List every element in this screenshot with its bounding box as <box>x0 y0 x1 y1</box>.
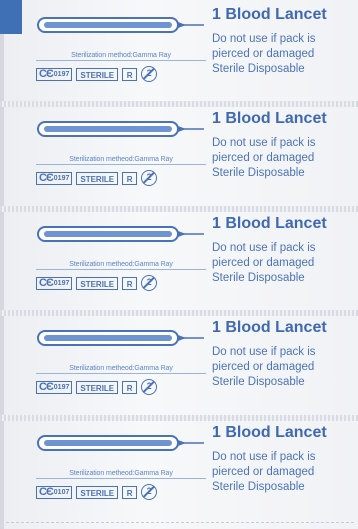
perforation-seal <box>0 415 358 421</box>
regulatory-marks: CЄ 0107 STERILE R 2 <box>36 484 158 500</box>
warning-line-2: pierced or damaged <box>212 257 315 269</box>
lancet-pack: Sterilization metheod:Gamma Ray CЄ 0197 … <box>6 209 354 314</box>
perforation-seal <box>0 101 358 107</box>
ce-number: 0197 <box>53 70 70 78</box>
ce-mark: CЄ 0107 <box>36 485 73 499</box>
sterile-label: STERILE <box>76 171 119 185</box>
pack-warning: Do not use if pack is pierced or damaged… <box>212 450 316 495</box>
warning-line-1: Do not use if pack is <box>212 137 316 149</box>
warning-line-2: pierced or damaged <box>212 466 315 478</box>
ce-symbol: CЄ <box>39 380 54 393</box>
ce-number: 0197 <box>53 174 70 182</box>
lancet-illustration-icon <box>37 121 204 137</box>
do-not-reuse-icon: 2 <box>141 275 158 291</box>
pack-warning: Do not use if pack is pierced or damaged… <box>212 136 316 181</box>
sterilization-method: Sterilization metheod:Gamma Ray <box>36 261 206 270</box>
disposable-line: Sterile Disposable <box>212 376 305 388</box>
regulatory-marks: CЄ 0197 STERILE R 2 <box>36 275 158 291</box>
lancet-illustration-icon <box>37 226 204 242</box>
regulatory-marks: CЄ 0197 STERILE R 2 <box>36 170 158 186</box>
pack-warning: Do not use if pack is pierced or damaged… <box>212 32 316 77</box>
do-not-reuse-icon: 2 <box>141 379 158 395</box>
pack-title: 1 Blood Lancet <box>212 424 327 441</box>
warning-line-1: Do not use if pack is <box>212 346 316 358</box>
lancet-pack: Sterilization metheod:Gamma Ray CЄ 0197 … <box>6 104 354 209</box>
lancet-pack: Sterilization metheod:Gamma Ray CЄ 0197 … <box>6 313 354 418</box>
sterile-label: STERILE <box>76 485 119 499</box>
ce-number: 0197 <box>53 383 70 391</box>
warning-line-2: pierced or damaged <box>212 152 315 164</box>
sterile-label: STERILE <box>76 276 119 290</box>
sterile-label: STERILE <box>76 380 119 394</box>
ce-mark: CЄ 0197 <box>36 380 73 394</box>
sterilization-method: Sterilization method:Gamma Ray <box>36 52 206 61</box>
warning-line-1: Do not use if pack is <box>212 242 316 254</box>
warning-line-2: pierced or damaged <box>212 48 315 60</box>
disposable-line: Sterile Disposable <box>212 481 305 493</box>
disposable-line: Sterile Disposable <box>212 167 305 179</box>
lancet-pack: Sterilization method:Gamma Ray CЄ 0197 S… <box>6 0 354 105</box>
perforation-seal <box>0 310 358 316</box>
do-not-reuse-icon: 2 <box>141 66 158 82</box>
ce-mark: CЄ 0197 <box>36 67 73 81</box>
sterile-r-label: R <box>122 276 138 290</box>
sterile-r-label: R <box>122 380 138 394</box>
ce-symbol: CЄ <box>39 276 54 289</box>
ce-number: 0197 <box>53 279 70 287</box>
pack-warning: Do not use if pack is pierced or damaged… <box>212 241 316 286</box>
sterilization-method: Sterilization metheod:Gamma Ray <box>36 470 206 479</box>
pack-title: 1 Blood Lancet <box>212 6 327 23</box>
pack-title: 1 Blood Lancet <box>212 110 327 127</box>
sterilization-method: Sterilization metheod:Gamma Ray <box>36 156 206 165</box>
regulatory-marks: CЄ 0197 STERILE R 2 <box>36 66 158 82</box>
lancet-illustration-icon <box>37 435 204 451</box>
disposable-line: Sterile Disposable <box>212 63 305 75</box>
lancet-illustration-icon <box>37 17 204 33</box>
sterilization-method: Sterilization metheod:Gamma Ray <box>36 365 206 374</box>
ce-number: 0107 <box>53 488 70 496</box>
ce-symbol: CЄ <box>39 67 54 80</box>
ce-symbol: CЄ <box>39 485 54 498</box>
ce-mark: CЄ 0197 <box>36 276 73 290</box>
disposable-line: Sterile Disposable <box>212 272 305 284</box>
perforation-seal <box>0 206 358 212</box>
warning-line-2: pierced or damaged <box>212 361 315 373</box>
sterile-r-label: R <box>122 171 138 185</box>
do-not-reuse-icon: 2 <box>141 170 158 186</box>
pack-title: 1 Blood Lancet <box>212 215 327 232</box>
sterile-label: STERILE <box>76 67 119 81</box>
do-not-reuse-icon: 2 <box>141 484 158 500</box>
warning-line-1: Do not use if pack is <box>212 451 316 463</box>
sterile-r-label: R <box>122 485 138 499</box>
lancet-illustration-icon <box>37 330 204 346</box>
strip-edge <box>0 0 4 529</box>
regulatory-marks: CЄ 0197 STERILE R 2 <box>36 379 158 395</box>
ce-mark: CЄ 0197 <box>36 171 73 185</box>
lancet-pack: Sterilization metheod:Gamma Ray CЄ 0107 … <box>6 418 354 523</box>
ce-symbol: CЄ <box>39 171 54 184</box>
warning-line-1: Do not use if pack is <box>212 33 316 45</box>
sterile-r-label: R <box>122 67 138 81</box>
pack-warning: Do not use if pack is pierced or damaged… <box>212 345 316 390</box>
pack-title: 1 Blood Lancet <box>212 319 327 336</box>
